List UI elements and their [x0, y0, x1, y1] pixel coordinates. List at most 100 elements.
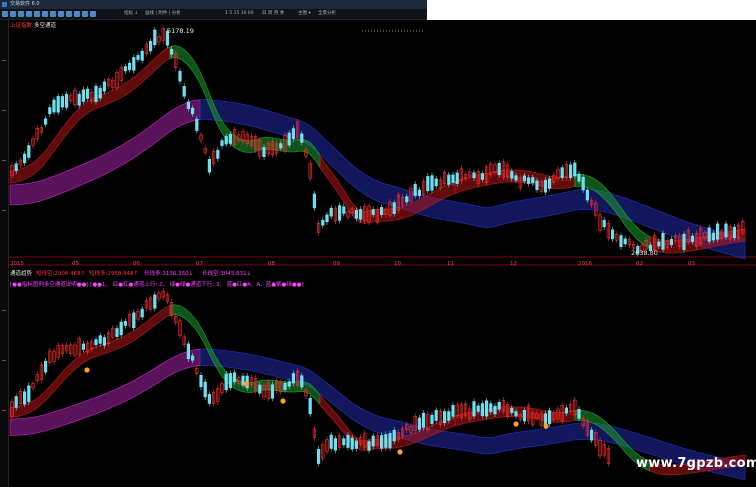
lower-candle — [367, 441, 371, 451]
lower-candle — [27, 385, 31, 403]
main-candle — [657, 241, 661, 247]
main-candle — [577, 173, 581, 182]
lower-candle — [207, 394, 212, 404]
main-candle — [287, 132, 291, 146]
main-candle — [224, 136, 228, 145]
main-candle — [98, 87, 102, 99]
main-candle — [430, 175, 434, 191]
main-candle — [669, 238, 673, 246]
x-axis-label: 09 — [333, 261, 340, 267]
main-candle — [220, 140, 224, 146]
main-candle — [535, 180, 539, 191]
lower-candle — [115, 328, 119, 337]
lower-candle — [291, 373, 296, 384]
lower-candle — [371, 435, 375, 447]
main-candle — [426, 176, 430, 192]
signal-dot — [243, 381, 249, 387]
lower-long-channel-bull — [9, 348, 201, 436]
lower-candle — [270, 384, 275, 399]
main-candle — [27, 145, 31, 158]
main-candle — [392, 202, 396, 214]
lower-panel-indicator-name: 通道趋势 — [10, 271, 33, 277]
main-candle — [724, 223, 728, 238]
main-candle — [514, 175, 518, 181]
main-candle — [560, 167, 564, 178]
lower-candle — [547, 410, 552, 425]
lower-candle — [392, 429, 396, 442]
site-watermark: www.7gpzb.com — [636, 456, 756, 471]
main-candle — [178, 70, 182, 82]
lower-candle — [14, 396, 18, 408]
lower-candle — [430, 414, 434, 425]
legend-long-bear: 长线空:3045.631↓ — [202, 271, 252, 277]
lower-candle — [283, 382, 287, 391]
main-candle — [182, 86, 186, 97]
lower-candle — [119, 321, 123, 336]
low-price-label: 2638.30 — [631, 249, 658, 257]
main-candle — [371, 209, 375, 215]
lower-candle — [233, 372, 237, 383]
main-candle — [526, 177, 531, 184]
lower-candle — [510, 407, 514, 413]
main-candle — [191, 107, 195, 115]
lower-candle — [329, 434, 333, 449]
signal-dot — [280, 398, 286, 404]
signal-dot — [84, 367, 90, 373]
lower-candle — [308, 397, 312, 415]
lower-candle — [22, 391, 27, 405]
main-candle — [510, 171, 514, 179]
lower-candle — [417, 417, 422, 430]
main-candle — [312, 193, 317, 209]
x-axis-label: 2015 — [10, 261, 24, 267]
main-candle — [610, 229, 615, 240]
kline-chart[interactable] — [0, 0, 756, 487]
lower-candle — [564, 407, 568, 414]
main-candle — [321, 219, 325, 226]
main-candle — [531, 177, 535, 184]
main-panel-title: 上证指数 — [10, 23, 33, 29]
x-axis-label: 11 — [447, 261, 454, 267]
lower-candle — [191, 355, 195, 361]
lower-candle — [447, 411, 451, 421]
x-axis-label: 10 — [394, 261, 401, 267]
lower-candle — [589, 429, 594, 441]
main-candle — [195, 118, 199, 131]
lower-candle — [333, 438, 338, 451]
lower-candle — [480, 403, 485, 416]
main-candle — [228, 133, 233, 144]
main-candle — [358, 209, 363, 220]
signal-dot — [513, 421, 519, 427]
main-candle — [711, 232, 715, 241]
indicator-usage-hint: [●●指标图例多空通道说明●●] [●●1、 红●红●通道上行; 2、 绿●绿●… — [10, 282, 304, 288]
main-panel-indicator: 多空通道 — [34, 23, 57, 29]
lower-candle — [342, 438, 346, 446]
lower-candle — [489, 403, 493, 413]
lower-candle — [316, 448, 321, 464]
main-candle — [207, 159, 212, 173]
main-candle — [434, 178, 438, 187]
lower-candle — [346, 434, 350, 448]
main-candle — [86, 88, 90, 99]
main-candle — [623, 238, 627, 245]
main-candle — [543, 179, 547, 193]
lower-candle — [434, 410, 438, 421]
main-candle — [472, 172, 476, 179]
signal-dot — [397, 449, 403, 455]
main-candle — [52, 99, 56, 113]
lower-candle — [81, 343, 85, 350]
lower-candle — [94, 339, 98, 346]
high-price-label: 5178.19 — [167, 27, 194, 35]
lower-candle — [421, 412, 426, 428]
main-candle — [602, 219, 606, 228]
main-candle — [132, 57, 136, 71]
main-candle — [690, 235, 694, 242]
main-candle — [497, 162, 501, 176]
x-axis-label: 02 — [636, 261, 643, 267]
legend-long-bull: 长线多:3136.350↓ — [144, 271, 194, 277]
main-candle — [379, 207, 384, 215]
lower-candle — [476, 405, 480, 412]
x-axis-label: 2016 — [578, 261, 592, 267]
x-axis-label: 08 — [268, 261, 275, 267]
main-candle — [48, 107, 52, 115]
lower-candle — [514, 411, 518, 417]
